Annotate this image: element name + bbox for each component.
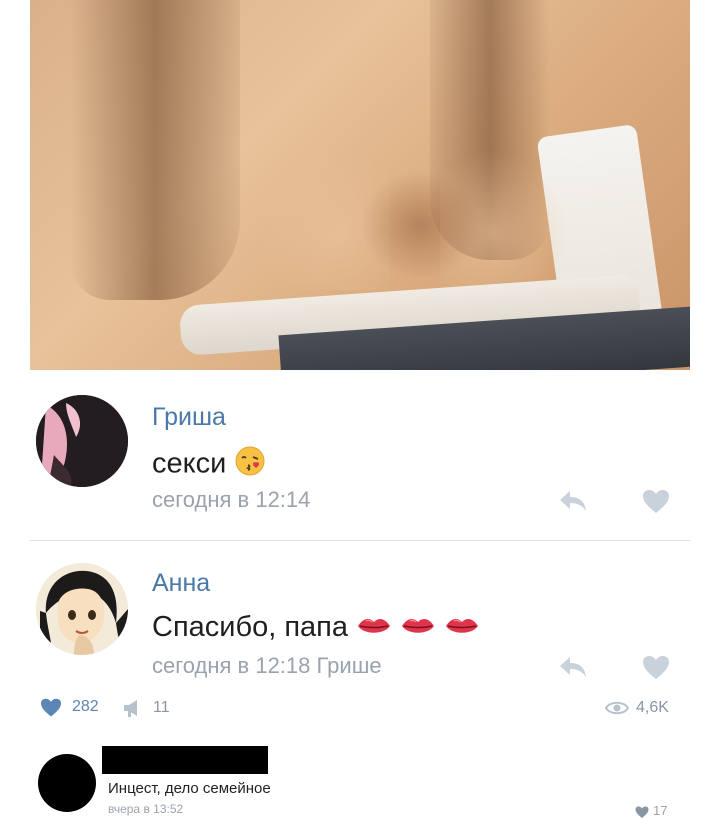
- comment-author[interactable]: Гриша: [152, 403, 226, 432]
- comment: Инцест, дело семейное вчера в 13:52 17: [30, 740, 690, 828]
- comment-timestamp: сегодня в 12:18 Грише: [152, 653, 382, 678]
- comment-text-label: Спасибо, папа: [152, 611, 348, 643]
- heart-icon[interactable]: [40, 698, 62, 718]
- likes-count: 282: [72, 698, 99, 715]
- comment-text: секси: [152, 445, 266, 485]
- comment-text: Инцест, дело семейное: [108, 780, 271, 797]
- kissing-face-emoji-icon: [234, 445, 266, 485]
- likes-count: 17: [653, 803, 668, 818]
- lips-icon: [356, 612, 392, 645]
- comment-text: Спасибо, папа: [152, 611, 480, 645]
- avatar[interactable]: [36, 563, 128, 655]
- heart-icon[interactable]: [642, 489, 670, 515]
- post-stats: 282 11 4,6K: [40, 694, 680, 722]
- redacted-author-name: [102, 746, 268, 774]
- reply-icon[interactable]: [558, 655, 588, 679]
- lips-icon: [400, 612, 436, 645]
- eye-icon: [604, 698, 630, 718]
- comment: Гриша секси сегодня в 12:14: [30, 385, 690, 535]
- avatar[interactable]: [38, 754, 96, 812]
- comment-text-label: секси: [152, 447, 227, 480]
- lips-icon: [444, 612, 480, 645]
- comment: Анна Спасибо, папа сегодня в 12:18 Грише: [30, 555, 690, 690]
- heart-icon[interactable]: [635, 806, 649, 819]
- shares-count: 11: [153, 699, 170, 716]
- photo-detail: [70, 0, 240, 300]
- avatar[interactable]: [36, 395, 128, 487]
- megaphone-icon[interactable]: [122, 698, 144, 718]
- reply-icon[interactable]: [558, 489, 588, 513]
- photo-detail: [360, 170, 480, 280]
- views-count: 4,6K: [636, 699, 669, 716]
- comment-timestamp: сегодня в 12:14: [152, 487, 311, 512]
- divider: [30, 540, 690, 541]
- comment-author[interactable]: Анна: [152, 569, 210, 598]
- post-photo[interactable]: [30, 0, 690, 370]
- heart-icon[interactable]: [642, 655, 670, 681]
- comment-timestamp: вчера в 13:52: [108, 802, 184, 816]
